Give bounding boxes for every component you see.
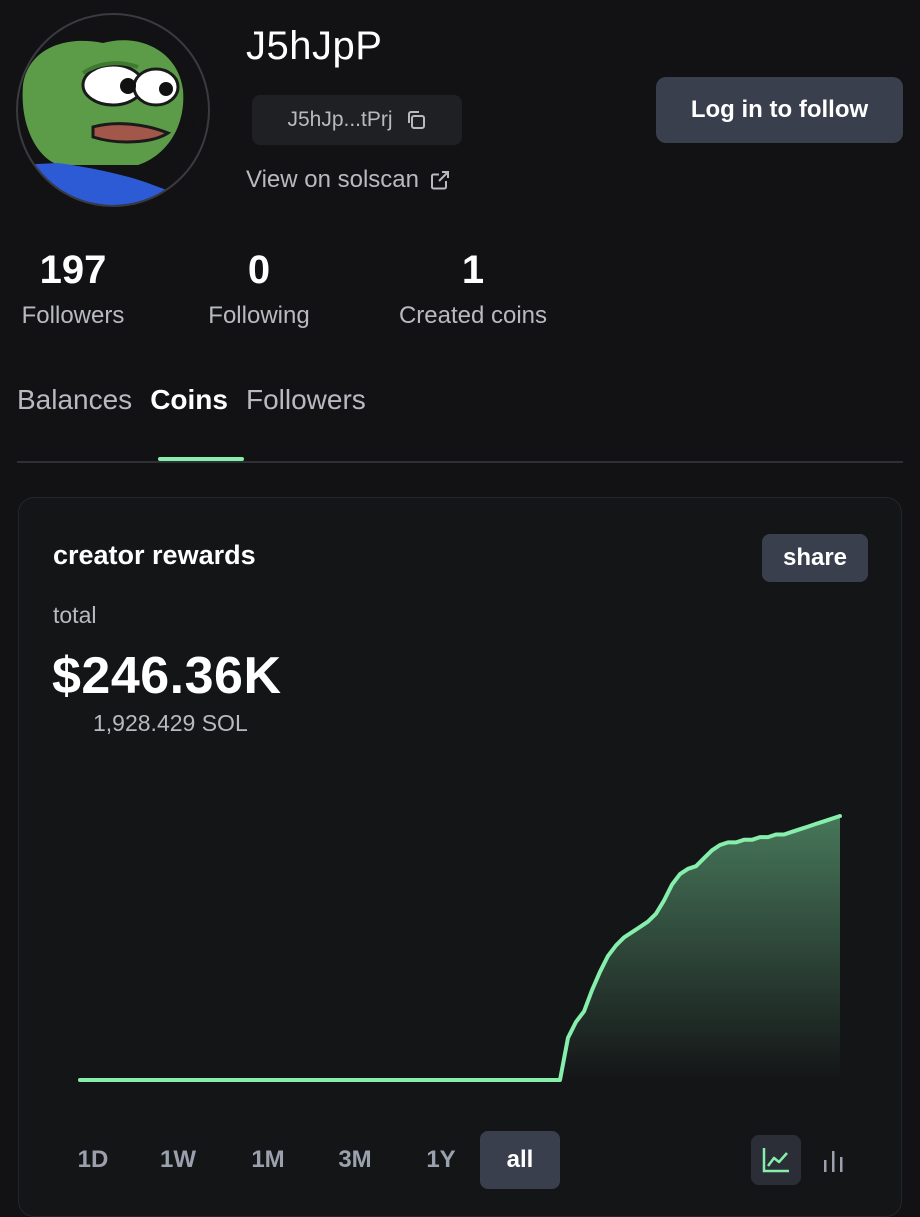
range-1d-button[interactable]: 1D — [58, 1131, 128, 1189]
tab-followers[interactable]: Followers — [246, 384, 366, 416]
followers-count: 197 — [39, 248, 107, 292]
avatar — [16, 13, 210, 207]
range-3m-button[interactable]: 3M — [308, 1131, 402, 1189]
profile-tabs: Balances Coins Followers — [17, 384, 366, 416]
stat-created-coins[interactable]: 1 Created coins — [389, 248, 557, 330]
log-in-to-follow-button[interactable]: Log in to follow — [656, 77, 903, 143]
view-on-solscan-link[interactable]: View on solscan — [246, 166, 451, 194]
active-tab-indicator — [158, 457, 244, 461]
address-copy-button[interactable]: J5hJp...tPrj — [252, 95, 462, 145]
total-label: total — [53, 602, 97, 628]
tab-coins[interactable]: Coins — [150, 384, 228, 416]
pepe-avatar-icon — [18, 40, 208, 205]
line-chart-toggle[interactable] — [751, 1135, 801, 1185]
following-count: 0 — [247, 248, 271, 292]
total-sol: 1,928.429 SOL — [93, 710, 248, 736]
bar-chart-toggle[interactable] — [809, 1135, 859, 1185]
range-1m-button[interactable]: 1M — [228, 1131, 308, 1189]
address-text: J5hJp...tPrj — [287, 108, 393, 131]
username: J5hJpP — [246, 24, 383, 68]
share-button[interactable]: share — [762, 534, 868, 582]
followers-label: Followers — [21, 302, 125, 329]
range-1y-button[interactable]: 1Y — [402, 1131, 480, 1189]
card-title: creator rewards — [53, 540, 256, 570]
line-chart-icon — [762, 1148, 789, 1173]
time-range-selector: 1D 1W 1M 3M 1Y all — [58, 1131, 560, 1189]
tabs-divider — [17, 461, 903, 463]
range-1w-button[interactable]: 1W — [128, 1131, 228, 1189]
solscan-label: View on solscan — [246, 166, 419, 193]
rewards-chart — [78, 814, 842, 1082]
total-value: $246.36K — [52, 647, 282, 705]
tab-balances[interactable]: Balances — [17, 384, 132, 416]
copy-icon — [407, 111, 425, 129]
created-coins-count: 1 — [461, 248, 485, 292]
stat-followers[interactable]: 197 Followers — [17, 248, 129, 330]
stat-following[interactable]: 0 Following — [203, 248, 315, 330]
created-coins-label: Created coins — [398, 302, 548, 329]
bar-chart-icon — [824, 1151, 843, 1172]
chart-area-fill — [80, 816, 840, 1080]
following-label: Following — [208, 302, 310, 329]
range-all-button[interactable]: all — [480, 1131, 560, 1189]
external-link-icon — [431, 171, 449, 190]
